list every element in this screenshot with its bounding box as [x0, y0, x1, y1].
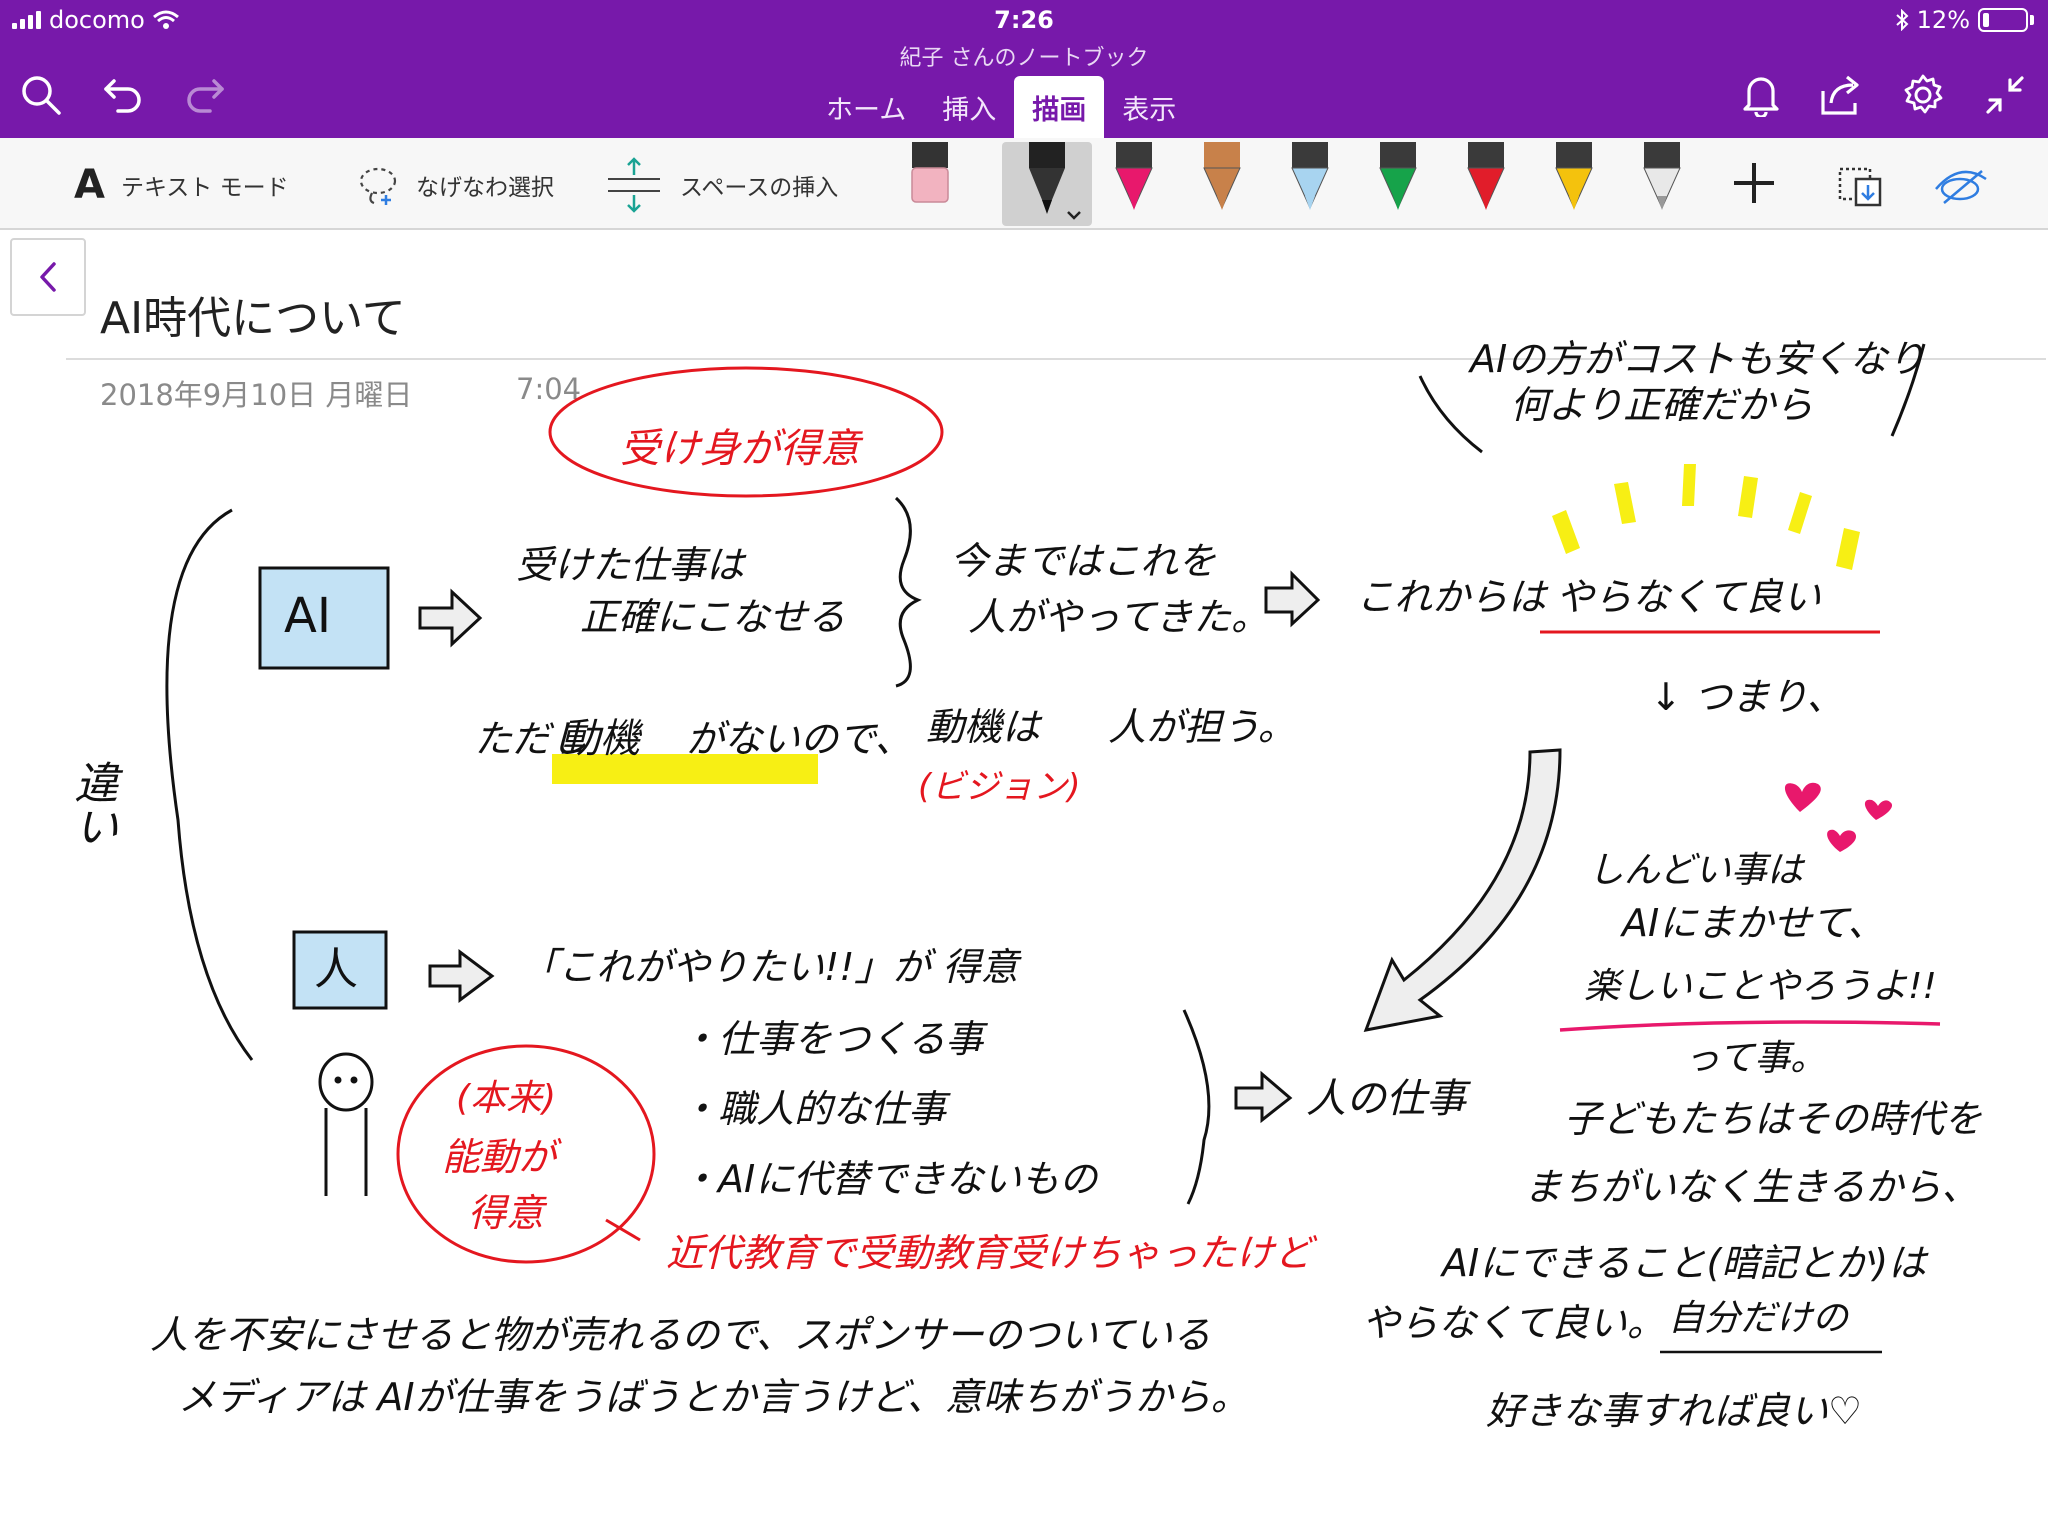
until-now-1: 今まではこれを	[950, 539, 1216, 583]
pen-light-blue[interactable]	[1280, 142, 1340, 226]
from-now-1: これからは	[1356, 575, 1549, 619]
kids-5: 好きな事すれば良い♡	[1486, 1389, 1862, 1433]
cost-1: AIの方がコストも安くなり	[1467, 337, 1925, 381]
media-2: メディアは AIが仕事をうばうとか言うけど、意味ちがうから。	[178, 1375, 1249, 1419]
pink-underline	[1559, 1020, 1941, 1032]
undo-icon[interactable]	[98, 70, 148, 120]
status-time: 7:26	[994, 6, 1054, 34]
pen-green[interactable]	[1368, 142, 1428, 226]
person-sketch-icon	[318, 1052, 374, 1196]
lasso-select-label: なげなわ選択	[416, 175, 554, 201]
pen-white[interactable]	[1632, 142, 1692, 226]
gear-icon[interactable]	[1898, 70, 1948, 120]
text-mode-button[interactable]: A テキスト モード	[74, 160, 289, 210]
cost-2: 何より正確だから	[1510, 383, 1813, 427]
hearts-icon	[1784, 782, 1893, 852]
motive-2: 動機は	[926, 705, 1043, 749]
pen-red[interactable]	[1456, 142, 1516, 226]
human-box-label: 人	[314, 944, 358, 995]
arrow-icon	[418, 588, 483, 648]
kids-3: AIにできること(暗記とか)は	[1439, 1241, 1929, 1285]
draw-ribbon: A テキスト モード なげなわ選択 スペースの挿入	[0, 138, 2048, 230]
insert-space-icon	[608, 157, 660, 213]
right-brace	[1182, 1009, 1211, 1205]
modern-edu: 近代教育で受動教育受けちゃったけど	[666, 1231, 1318, 1275]
own: 自分だけの	[1668, 1298, 1850, 1339]
hard-3: 楽しいことやろうよ!!	[1584, 966, 1937, 1007]
task-2: ・職人的な仕事	[680, 1087, 951, 1131]
ink-replay-icon[interactable]	[1930, 142, 1990, 226]
tab-home[interactable]: ホーム	[808, 76, 924, 138]
ai-box-label: AI	[284, 588, 331, 644]
difference-label: 違い	[67, 760, 118, 848]
pen-yellow[interactable]	[1544, 142, 1604, 226]
media-1: 人を不安にさせると物が売れるので、スポンサーのついている	[150, 1313, 1211, 1357]
human-job: 人の仕事	[1306, 1076, 1472, 1122]
kids-2: まちがいなく生きるから、	[1524, 1165, 1979, 1209]
right-brace	[894, 496, 922, 688]
hard-2: AIにまかせて、	[1619, 901, 1885, 945]
status-battery: 12%	[1895, 6, 2034, 34]
app-header: docomo 7:26 12% 紀子 さんのノートブック ホーム 挿入 描画 表…	[0, 0, 2048, 138]
lasso-select-button[interactable]: なげなわ選択	[356, 160, 554, 210]
text-mode-icon: A	[74, 162, 105, 208]
add-pen-button[interactable]	[1724, 142, 1784, 226]
redo-icon[interactable]	[180, 70, 230, 120]
good-at: 「これがやりたい!!」が 得意	[520, 945, 1023, 989]
from-now-2: やらなくて良い	[1556, 575, 1821, 619]
handwritten-note[interactable]: 受け身が得意 違い AI 受けた仕事は 正確にこなせる 今まではこれを 人がやっ…	[0, 230, 2048, 1536]
ribbon-tabs: ホーム 挿入 描画 表示	[808, 76, 1194, 138]
lasso-icon	[359, 167, 397, 205]
hard-4: って事。	[1684, 1038, 1826, 1079]
pen-pencil[interactable]	[1192, 142, 1252, 226]
sparkle-icon	[1552, 464, 1860, 570]
ai-desc-1: 受けた仕事は	[516, 543, 747, 587]
pen-pink[interactable]	[1104, 142, 1164, 226]
tab-view[interactable]: 表示	[1104, 76, 1194, 138]
hard-1: しんどい事は	[1588, 850, 1806, 891]
original-3: 得意	[468, 1191, 548, 1235]
arrow-icon	[428, 949, 495, 1003]
ai-desc-2: 正確にこなせる	[580, 595, 845, 639]
arrow-icon	[1264, 570, 1321, 628]
battery-percent: 12%	[1916, 6, 1970, 34]
left-bracket	[165, 508, 254, 1061]
pen-black[interactable]	[1002, 142, 1092, 226]
original-1: (本来)	[456, 1078, 556, 1119]
curved-arrow	[1363, 748, 1562, 1032]
share-icon[interactable]	[1817, 70, 1867, 120]
tab-draw[interactable]: 描画	[1014, 76, 1105, 138]
human-role: 人が担う。	[1108, 705, 1296, 749]
collapse-icon[interactable]	[1980, 70, 2030, 120]
kids-1: 子どもたちはその時代を	[1564, 1097, 1982, 1141]
therefore-label: ↓ つまり、	[1650, 675, 1844, 719]
bluetooth-icon	[1895, 9, 1909, 31]
eraser-tool[interactable]	[900, 142, 960, 226]
search-icon[interactable]	[16, 70, 66, 120]
ink-to-shape-icon[interactable]	[1830, 142, 1890, 226]
vision: (ビジョン)	[918, 767, 1081, 807]
notebook-title: 紀子 さんのノートブック	[899, 46, 1149, 71]
tab-insert[interactable]: 挿入	[924, 76, 1014, 138]
bell-icon[interactable]	[1736, 70, 1786, 120]
kids-4: やらなくて良い。	[1362, 1301, 1665, 1345]
insert-space-button[interactable]: スペースの挿入	[604, 157, 839, 213]
task-3: ・AIに代替できないもの	[680, 1157, 1099, 1201]
until-now-2: 人がやってきた。	[968, 595, 1269, 639]
text-mode-label: テキスト モード	[120, 175, 289, 201]
insert-space-label: スペースの挿入	[680, 175, 839, 201]
passive-label: 受け身が得意	[620, 426, 864, 472]
battery-icon	[1978, 8, 2028, 32]
arrow-icon	[1234, 1070, 1293, 1124]
task-1: ・仕事をつくる事	[680, 1017, 988, 1061]
no-motive: がないので、	[686, 717, 912, 761]
original-2: 能動が	[442, 1135, 562, 1179]
motive: 動機	[560, 716, 644, 762]
